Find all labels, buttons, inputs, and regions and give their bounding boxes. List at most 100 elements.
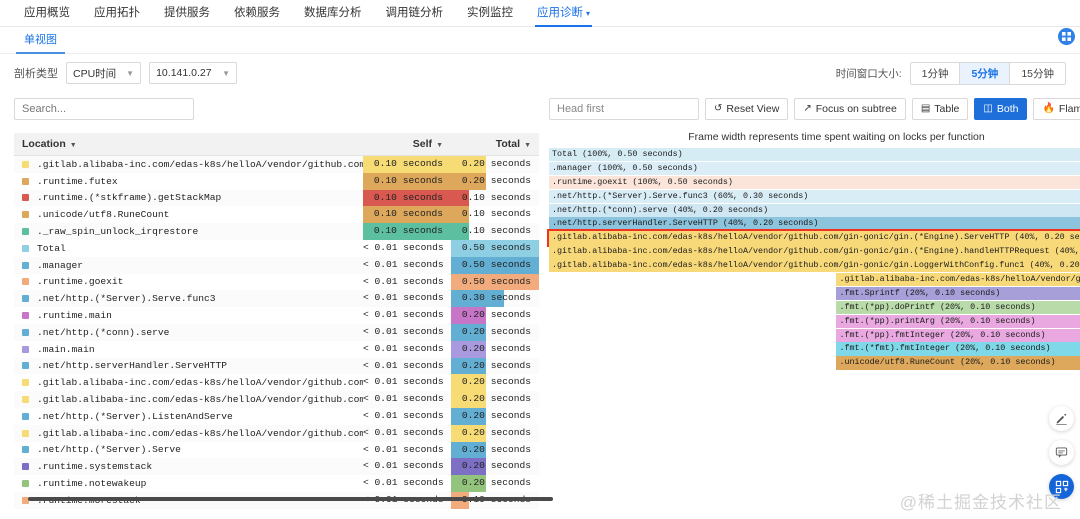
flamegraph-button-4[interactable]: 🔥Flamegraph [1033, 98, 1080, 120]
table-row[interactable]: .gitlab.alibaba-inc.com/edas-k8s/helloA/… [14, 425, 539, 442]
sub-tab-0[interactable]: 单视图 [16, 31, 65, 53]
flamegraph-frame[interactable]: .fmt.(*pp).fmtInteger (20%, 0.10 seconds… [836, 329, 1080, 342]
location-text: .runtime.futex [37, 176, 118, 187]
cell-self: < 0.01 seconds [363, 408, 451, 425]
flamegraph-frame[interactable]: .fmt.(*fmt).fmtInteger (20%, 0.10 second… [836, 342, 1080, 355]
table-row[interactable]: .net/http.(*conn).serve< 0.01 seconds0.2… [14, 324, 539, 341]
flamegraph-row: .fmt.(*pp).printArg (20%, 0.10 seconds) [549, 315, 1080, 328]
table-row[interactable]: .runtime.main< 0.01 seconds0.20 seconds [14, 307, 539, 324]
table-row[interactable]: .runtime.systemstack< 0.01 seconds0.20 s… [14, 458, 539, 475]
flamegraph-frame[interactable]: .runtime.goexit (100%, 0.50 seconds) [549, 176, 1080, 189]
topnav-item-4[interactable]: 数据库分析 [292, 4, 374, 26]
table-row[interactable]: .main.main< 0.01 seconds0.20 seconds [14, 341, 539, 358]
table-row[interactable]: .manager< 0.01 seconds0.50 seconds [14, 257, 539, 274]
table-row[interactable]: .runtime.notewakeup< 0.01 seconds0.20 se… [14, 475, 539, 492]
flamegraph-frame[interactable]: .net/http.(*Server).Serve.func3 (60%, 0.… [549, 190, 1080, 203]
button-label: Flamegraph [1059, 103, 1080, 115]
table-row[interactable]: ._raw_spin_unlock_irqrestore0.10 seconds… [14, 223, 539, 240]
cell-self: < 0.01 seconds [363, 324, 451, 341]
color-swatch-icon [22, 413, 29, 420]
topnav-item-7[interactable]: 应用诊断▾ [525, 4, 602, 26]
topnav-item-1[interactable]: 应用拓扑 [82, 4, 152, 26]
column-header-total[interactable]: Total▼ [451, 133, 539, 156]
flamegraph-frame[interactable]: .manager (100%, 0.50 seconds) [549, 162, 1080, 175]
time-window-option-2[interactable]: 15分钟 [1010, 63, 1065, 84]
color-swatch-icon [22, 262, 29, 269]
color-swatch-icon [22, 161, 29, 168]
search-input[interactable] [14, 98, 194, 120]
column-header-self[interactable]: Self▼ [363, 133, 451, 156]
table-row[interactable]: .runtime.futex0.10 seconds0.20 seconds [14, 173, 539, 190]
cell-location: .net/http.(*conn).serve [14, 324, 363, 341]
cell-location: .gitlab.alibaba-inc.com/edas-k8s/helloA/… [14, 156, 363, 173]
flamegraph-frame[interactable]: .net/http.(*conn).serve (40%, 0.20 secon… [549, 204, 1080, 217]
flamegraph-frame[interactable]: .fmt.(*pp).doPrintf (20%, 0.10 seconds) [836, 301, 1080, 314]
topnav-item-label: 实例监控 [467, 7, 513, 19]
flamegraph-button-1[interactable]: ↗Focus on subtree [794, 98, 906, 120]
table-row[interactable]: .unicode/utf8.RuneCount 0.10 seconds0.10 … [14, 206, 539, 223]
value-text: < 0.01 seconds [363, 240, 451, 257]
comment-icon-button[interactable] [1049, 440, 1074, 465]
color-swatch-icon [22, 329, 29, 336]
cell-location: .gitlab.alibaba-inc.com/edas-k8s/helloA/… [14, 425, 363, 442]
flamegraph-pane: ↺Reset View ↗Focus on subtree ▤Table◫Both 🔥… [549, 92, 1080, 502]
flamegraph-row: .net/http.serverHandler.ServeHTTP (40%, … [549, 217, 1080, 230]
flamegraph-frame[interactable]: .gitlab.alibaba-inc.com/edas-k8s/helloA/… [549, 231, 1080, 244]
cell-self: < 0.01 seconds [363, 307, 451, 324]
table-row[interactable]: .gitlab.alibaba-inc.com/edas-k8s/helloA/… [14, 374, 539, 391]
table-row[interactable]: .gitlab.alibaba-inc.com/edas-k8s/helloA/… [14, 156, 539, 173]
location-text: .net/http.serverHandler.ServeHTTP [37, 360, 227, 371]
location-text: .main.main [37, 344, 95, 355]
value-text: 0.10 seconds [451, 206, 539, 223]
flamegraph-button-0[interactable]: ↺Reset View [705, 98, 788, 120]
flamegraph-frame[interactable]: .gitlab.alibaba-inc.com/edas-k8s/helloA/… [549, 245, 1080, 258]
flamegraph-search-input[interactable] [549, 98, 699, 120]
location-text: .gitlab.alibaba-inc.com/edas-k8s/helloA/… [37, 159, 363, 170]
value-text: 0.50 seconds [451, 274, 539, 291]
table-row[interactable]: .runtime.(*stkframe).getStackMap0.10 sec… [14, 190, 539, 207]
color-swatch-icon [22, 178, 29, 185]
cell-self: 0.10 seconds [363, 206, 451, 223]
location-text: .runtime.main [37, 310, 112, 321]
profile-type-select[interactable]: CPU时间 ▼ [66, 62, 141, 84]
topnav-item-5[interactable]: 调用链分析 [374, 4, 456, 26]
top-navigation: 应用概览应用拓扑提供服务依赖服务数据库分析调用链分析实例监控应用诊断▾ [0, 0, 1080, 27]
edit-icon-button[interactable] [1049, 406, 1074, 431]
table-row[interactable]: .net/http.(*Server).Serve.func3< 0.01 se… [14, 290, 539, 307]
flamegraph-frame[interactable]: .net/http.serverHandler.ServeHTTP (40%, … [549, 217, 1080, 230]
flamegraph-button-2[interactable]: ▤Table [912, 98, 969, 120]
flamegraph-frame[interactable]: .gitlab.alibaba-inc.com/edas-k8s/helloA/… [549, 259, 1080, 272]
topnav-item-2[interactable]: 提供服务 [152, 4, 222, 26]
value-text: < 0.01 seconds [363, 358, 451, 375]
table-row[interactable]: .net/http.(*Server).ListenAndServe< 0.01… [14, 408, 539, 425]
flamegraph-frame[interactable]: .fmt.(*pp).printArg (20%, 0.10 seconds) [836, 315, 1080, 328]
watermark: @稀土掘金技术社区 [900, 488, 1062, 513]
flamegraph-frame[interactable]: .fmt.Sprintf (20%, 0.10 seconds) [836, 287, 1080, 300]
table-row[interactable]: .gitlab.alibaba-inc.com/edas-k8s/helloA/… [14, 391, 539, 408]
location-text: .runtime.(*stkframe).getStackMap [37, 192, 221, 203]
flamegraph-frame[interactable]: .gitlab.alibaba-inc.com/edas-k8s/helloA/… [836, 273, 1080, 286]
value-text: 0.20 seconds [451, 374, 539, 391]
value-text: 0.20 seconds [451, 442, 539, 459]
flamegraph-button-3[interactable]: ◫Both [974, 98, 1027, 120]
topnav-item-3[interactable]: 依赖服务 [222, 4, 292, 26]
time-window-option-0[interactable]: 1分钟 [911, 63, 961, 84]
table-row[interactable]: .net/http.serverHandler.ServeHTTP < 0.01 … [14, 358, 539, 375]
help-badge-icon[interactable] [1058, 28, 1075, 45]
horizontal-scrollbar[interactable] [28, 497, 553, 501]
table-row[interactable]: .runtime.goexit< 0.01 seconds0.50 second… [14, 274, 539, 291]
host-select[interactable]: 10.141.0.27 ▼ [149, 62, 237, 84]
flamegraph-frame[interactable]: .unicode/utf8.RuneCount (20%, 0.10 secon… [836, 356, 1080, 369]
column-header-location[interactable]: Location▼ [14, 133, 363, 156]
profile-table: Location▼ Self▼ Total▼ .gitlab.alibaba-i… [14, 133, 539, 509]
topnav-item-0[interactable]: 应用概览 [12, 4, 82, 26]
table-row[interactable]: Total< 0.01 seconds0.50 seconds [14, 240, 539, 257]
cell-total: 0.50 seconds [451, 240, 539, 257]
table-row[interactable]: .net/http.(*Server).Serve< 0.01 seconds0… [14, 442, 539, 459]
cell-location: .runtime.notewakeup [14, 475, 363, 492]
flamegraph-frame[interactable]: Total (100%, 0.50 seconds) [549, 148, 1080, 161]
host-value: 10.141.0.27 [156, 67, 211, 79]
topnav-item-6[interactable]: 实例监控 [455, 4, 525, 26]
location-text: .unicode/utf8.RuneCount [37, 209, 169, 220]
time-window-option-1[interactable]: 5分钟 [960, 63, 1010, 84]
